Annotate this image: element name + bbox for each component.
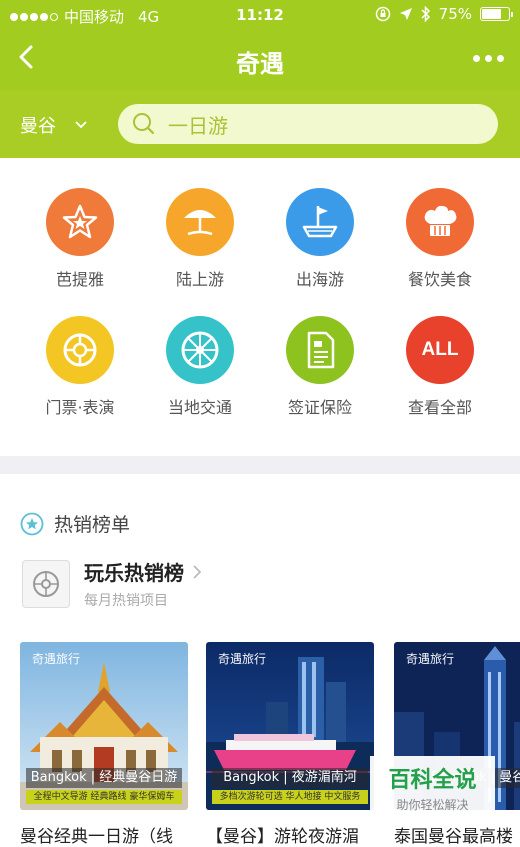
site-watermark: 百科全说 助你轻松解决 xyxy=(370,756,495,816)
chevron-down-icon xyxy=(75,121,87,129)
category-pattaya[interactable]: 芭提雅 xyxy=(20,188,140,290)
category-label: 签证保险 xyxy=(287,398,352,417)
product-tagline: Bangkok | 夜游湄南河 xyxy=(212,768,368,788)
hot-section-title: 热销榜单 xyxy=(54,514,131,536)
chef-hat-icon xyxy=(424,205,457,236)
battery-percent: 75% xyxy=(438,5,472,23)
status-bar: 中国移动 4G 11:12 75% xyxy=(0,0,520,30)
category-visa[interactable]: 签证保险 xyxy=(260,316,380,418)
product-features: 多档次游轮可选 华人地接 中文服务 xyxy=(212,790,368,804)
star-icon xyxy=(62,204,98,239)
category-visa-circle xyxy=(286,316,354,384)
category-land-tour-circle xyxy=(166,188,234,256)
wheel-icon xyxy=(33,570,59,597)
category-transport[interactable]: 当地交通 xyxy=(140,316,260,418)
boat-icon xyxy=(302,206,338,238)
ticket-wheel-icon xyxy=(63,333,97,367)
product-carousel: 奇遇旅行 Bangkok | 经典曼谷日游 全程中文导游 经典路线 豪华保姆车 … xyxy=(0,642,520,847)
nav-bar: 奇遇 xyxy=(0,30,520,88)
more-icon[interactable] xyxy=(473,55,504,62)
battery-icon xyxy=(480,7,513,21)
star-badge-icon xyxy=(20,512,44,535)
watermark-subtitle: 助你轻松解决 xyxy=(396,798,469,812)
search-input[interactable]: 一日游 xyxy=(118,104,498,144)
category-all-circle: ALL xyxy=(406,316,474,384)
product-card[interactable]: 奇遇旅行 Bangkok | 曼谷 泰国曼谷最高楼 xyxy=(394,642,520,847)
ranking-thumb xyxy=(22,559,70,608)
battery-level-fill xyxy=(482,9,501,19)
category-label: 门票·表演 xyxy=(45,398,115,417)
ranking-subtitle: 每月热销项目 xyxy=(84,593,168,609)
category-transport-circle xyxy=(166,316,234,384)
category-label: 芭提雅 xyxy=(55,270,104,289)
category-label: 出海游 xyxy=(295,270,344,289)
beach-umbrella-icon xyxy=(184,210,216,236)
all-icon: ALL xyxy=(421,339,459,360)
search-placeholder: 一日游 xyxy=(168,113,228,138)
search-row: 曼谷 一日游 xyxy=(0,90,520,158)
product-name: 【曼谷】游轮夜游湄 xyxy=(206,827,359,847)
ranking-title: 玩乐热销榜 xyxy=(84,561,184,585)
hot-ranking-link[interactable]: 玩乐热销榜 每月热销项目 xyxy=(22,557,202,610)
category-pattaya-circle xyxy=(46,188,114,256)
page-title: 奇遇 xyxy=(236,50,284,78)
category-tickets[interactable]: 门票·表演 xyxy=(20,316,140,418)
ranking-text: 玩乐热销榜 每月热销项目 xyxy=(84,557,202,610)
category-all[interactable]: ALL 查看全部 xyxy=(380,316,500,418)
search-icon xyxy=(133,113,155,135)
chevron-right-icon xyxy=(193,564,202,579)
brand-logo-text: 奇遇旅行 xyxy=(406,652,455,666)
category-land-tour[interactable]: 陆上游 xyxy=(140,188,260,290)
section-divider xyxy=(0,456,520,474)
ranking-title-row: 玩乐热销榜 xyxy=(84,557,202,586)
product-tagline: Bangkok | 经典曼谷日游 xyxy=(26,768,182,788)
status-right: 75% xyxy=(375,5,513,23)
document-icon xyxy=(307,331,335,369)
category-food-circle xyxy=(406,188,474,256)
category-tickets-circle xyxy=(46,316,114,384)
category-label: 餐饮美食 xyxy=(407,270,472,289)
category-food[interactable]: 餐饮美食 xyxy=(380,188,500,290)
product-card[interactable]: 奇遇旅行 Bangkok | 夜游湄南河 多档次游轮可选 华人地接 中文服务 【… xyxy=(206,642,374,847)
product-name: 曼谷经典一日游（线 xyxy=(20,827,173,847)
product-name: 泰国曼谷最高楼 xyxy=(394,827,513,847)
hot-section-header: 热销榜单 xyxy=(20,510,130,537)
category-sea-tour-circle xyxy=(286,188,354,256)
city-label: 曼谷 xyxy=(20,116,56,137)
product-features: 全程中文导游 经典路线 豪华保姆车 xyxy=(26,790,182,804)
bluetooth-icon xyxy=(421,6,430,22)
product-image: 奇遇旅行 Bangkok | 经典曼谷日游 全程中文导游 经典路线 豪华保姆车 xyxy=(20,642,188,810)
rotation-lock-icon xyxy=(375,6,390,22)
product-image: 奇遇旅行 Bangkok | 夜游湄南河 多档次游轮可选 华人地接 中文服务 xyxy=(206,642,374,810)
product-card[interactable]: 奇遇旅行 Bangkok | 经典曼谷日游 全程中文导游 经典路线 豪华保姆车 … xyxy=(20,642,188,847)
top-bar: 中国移动 4G 11:12 75% 奇遇 曼谷 一日游 xyxy=(0,0,520,158)
brand-logo-text: 奇遇旅行 xyxy=(218,652,267,666)
location-arrow-icon xyxy=(399,8,412,20)
category-sea-tour[interactable]: 出海游 xyxy=(260,188,380,290)
city-selector[interactable]: 曼谷 xyxy=(20,112,88,138)
category-label: 陆上游 xyxy=(175,270,224,289)
brand-logo-text: 奇遇旅行 xyxy=(32,652,81,666)
watermark-title: 百科全说 xyxy=(388,768,477,793)
wheel-icon xyxy=(181,331,219,369)
category-label: 查看全部 xyxy=(407,398,472,417)
category-label: 当地交通 xyxy=(167,398,232,417)
